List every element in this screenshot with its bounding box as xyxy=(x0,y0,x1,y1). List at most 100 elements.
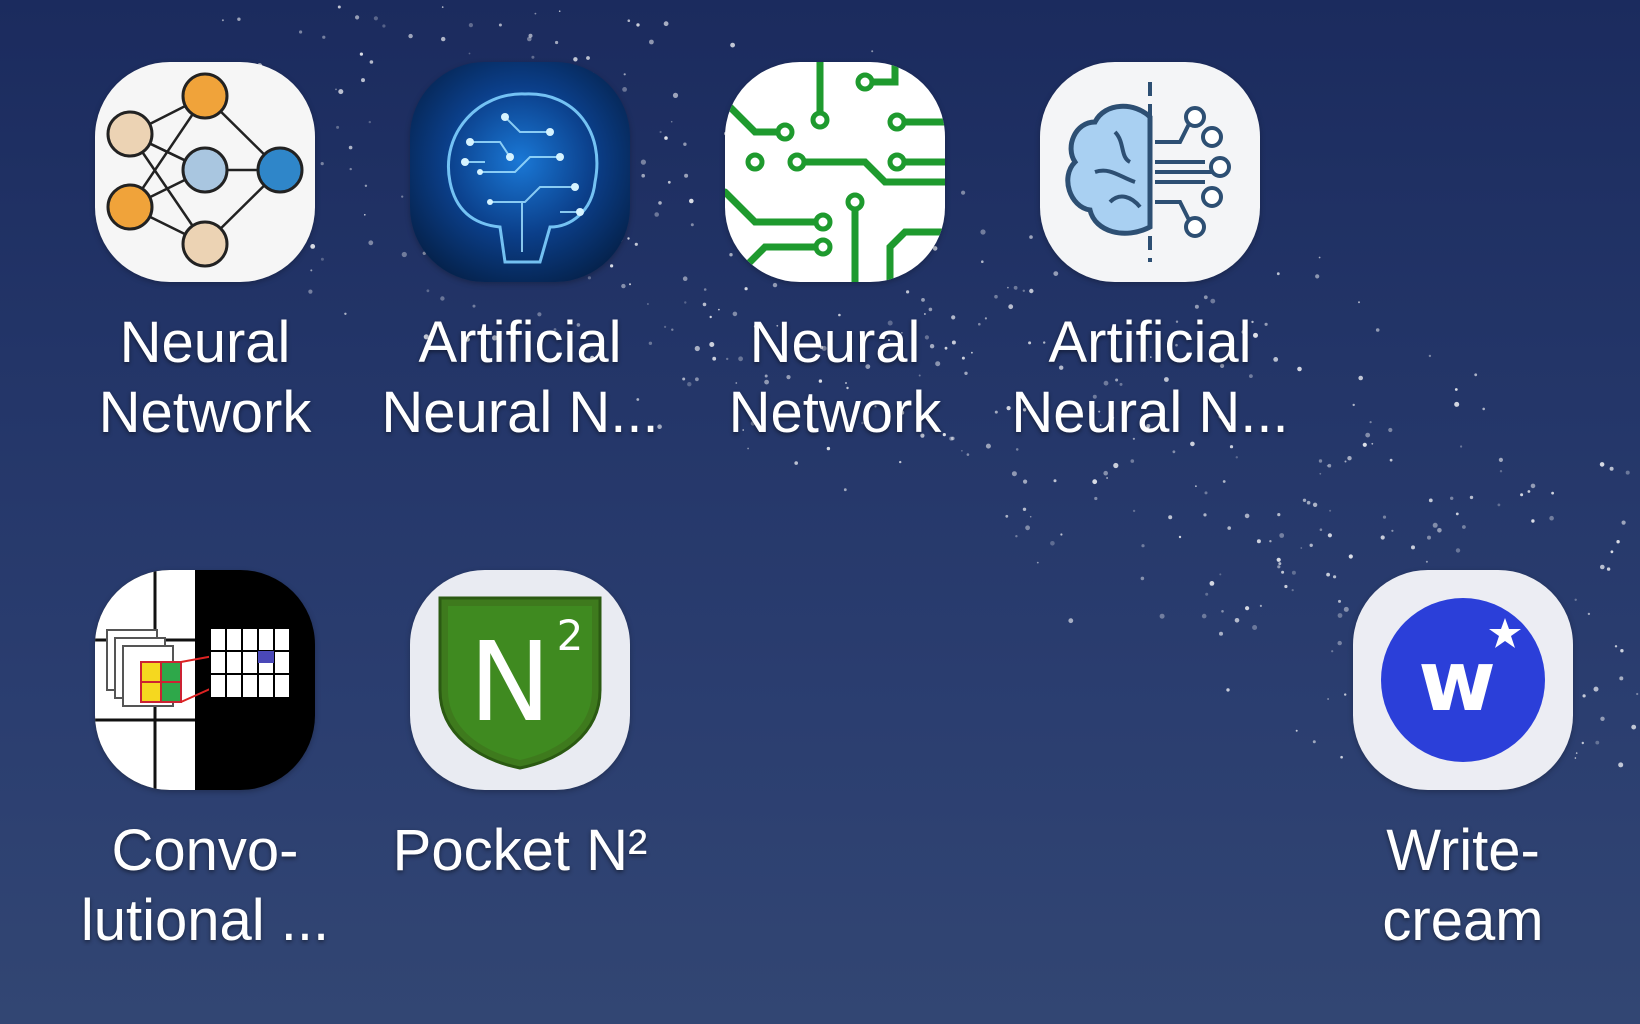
star-dot xyxy=(1203,513,1207,517)
star-dot xyxy=(1068,618,1074,624)
star-dot xyxy=(1309,543,1313,547)
star-dot xyxy=(1358,301,1360,304)
star-dot xyxy=(871,50,874,53)
star-dot xyxy=(1295,729,1298,732)
star-dot xyxy=(1281,570,1285,574)
star-dot xyxy=(1259,604,1262,608)
star-dot xyxy=(649,39,654,45)
star-dot xyxy=(408,33,413,39)
n-squared-shield-icon: N 2 xyxy=(410,570,630,790)
star-dot xyxy=(441,36,446,42)
star-dot xyxy=(1252,625,1258,630)
star-dot xyxy=(663,21,669,27)
app-label: Artificial Neural N... xyxy=(381,310,659,445)
star-dot xyxy=(1245,606,1250,611)
star-dot xyxy=(1498,457,1503,462)
star-dot xyxy=(843,488,847,492)
star-dot xyxy=(1460,445,1463,448)
star-dot xyxy=(1279,533,1285,538)
star-dot xyxy=(1277,565,1281,569)
star-dot xyxy=(1221,610,1224,613)
star-dot xyxy=(1327,533,1332,538)
app-neural-network-2[interactable]: Neural Network xyxy=(680,62,990,448)
star-dot xyxy=(1227,526,1231,530)
convolution-grid-icon xyxy=(95,570,315,790)
star-dot xyxy=(1277,513,1281,517)
star-dot xyxy=(1201,613,1207,619)
star-dot xyxy=(1428,354,1432,358)
star-dot xyxy=(1620,649,1624,653)
star-dot xyxy=(441,6,444,8)
star-dot xyxy=(1499,470,1503,473)
star-dot xyxy=(636,23,640,27)
star-dot xyxy=(359,52,363,56)
star-dot xyxy=(1015,535,1018,538)
star-dot xyxy=(373,16,378,21)
star-dot xyxy=(1432,522,1438,528)
app-label: Artificial Neural N... xyxy=(1011,310,1289,445)
star-dot xyxy=(1428,498,1433,503)
app-label: Pocket N² xyxy=(392,818,648,883)
star-dot xyxy=(558,10,561,12)
star-dot xyxy=(1209,581,1215,586)
star-dot xyxy=(1113,462,1119,469)
star-dot xyxy=(1621,520,1626,525)
app-artificial-neural-network-2[interactable]: Artificial Neural N... xyxy=(995,62,1305,448)
star-dot xyxy=(1319,472,1322,475)
star-dot xyxy=(1618,762,1624,768)
star-dot xyxy=(1411,545,1415,550)
star-dot xyxy=(1482,407,1485,411)
app-pocket-n2[interactable]: N 2 Pocket N² xyxy=(365,570,675,886)
star-dot xyxy=(1636,692,1639,696)
star-dot xyxy=(586,56,590,60)
star-dot xyxy=(1391,529,1394,532)
star-dot xyxy=(1454,401,1460,407)
star-dot xyxy=(1315,274,1320,279)
neural-network-graph-icon xyxy=(95,62,315,282)
star-dot xyxy=(1036,561,1039,564)
star-dot xyxy=(1609,466,1614,471)
star-dot xyxy=(1599,462,1605,467)
star-dot xyxy=(1300,547,1303,549)
app-label: Write- cream xyxy=(1382,818,1544,953)
star-dot xyxy=(498,23,502,27)
star-dot xyxy=(534,12,537,15)
star-dot xyxy=(1549,515,1554,521)
circuit-brain-icon xyxy=(410,62,630,282)
star-dot xyxy=(337,5,341,9)
svg-text:w: w xyxy=(1418,632,1496,730)
star-dot xyxy=(1382,515,1387,519)
app-label: Neural Network xyxy=(98,310,312,445)
star-dot xyxy=(1358,375,1363,381)
star-dot xyxy=(1005,514,1009,518)
star-dot xyxy=(1050,541,1055,546)
star-dot xyxy=(1178,535,1182,539)
star-dot xyxy=(1053,479,1057,483)
star-dot xyxy=(1011,471,1017,477)
star-dot xyxy=(1318,459,1323,463)
star-dot xyxy=(1531,519,1535,523)
star-dot xyxy=(1219,573,1222,576)
star-dot xyxy=(1616,540,1620,544)
app-neural-network[interactable]: Neural Network xyxy=(50,62,360,448)
star-dot xyxy=(1306,500,1311,505)
app-convolutional[interactable]: Convo- lutional ... xyxy=(50,570,360,956)
writecream-w-icon: w xyxy=(1353,570,1573,790)
star-dot xyxy=(1365,432,1371,438)
star-dot xyxy=(1454,388,1458,391)
star-dot xyxy=(1291,570,1296,575)
app-artificial-neural-network-1[interactable]: Artificial Neural N... xyxy=(365,62,675,448)
star-dot xyxy=(468,23,473,28)
star-dot xyxy=(1219,631,1223,636)
app-writecream[interactable]: w Write- cream xyxy=(1308,570,1618,956)
star-dot xyxy=(1269,540,1272,543)
star-dot xyxy=(1362,442,1367,447)
star-dot xyxy=(1015,448,1019,451)
star-dot xyxy=(1530,483,1536,489)
star-dot xyxy=(1222,480,1226,483)
star-dot xyxy=(1380,535,1385,540)
star-dot xyxy=(1369,421,1372,424)
star-dot xyxy=(1455,512,1459,516)
star-dot xyxy=(1291,589,1294,592)
star-dot xyxy=(1437,528,1442,533)
